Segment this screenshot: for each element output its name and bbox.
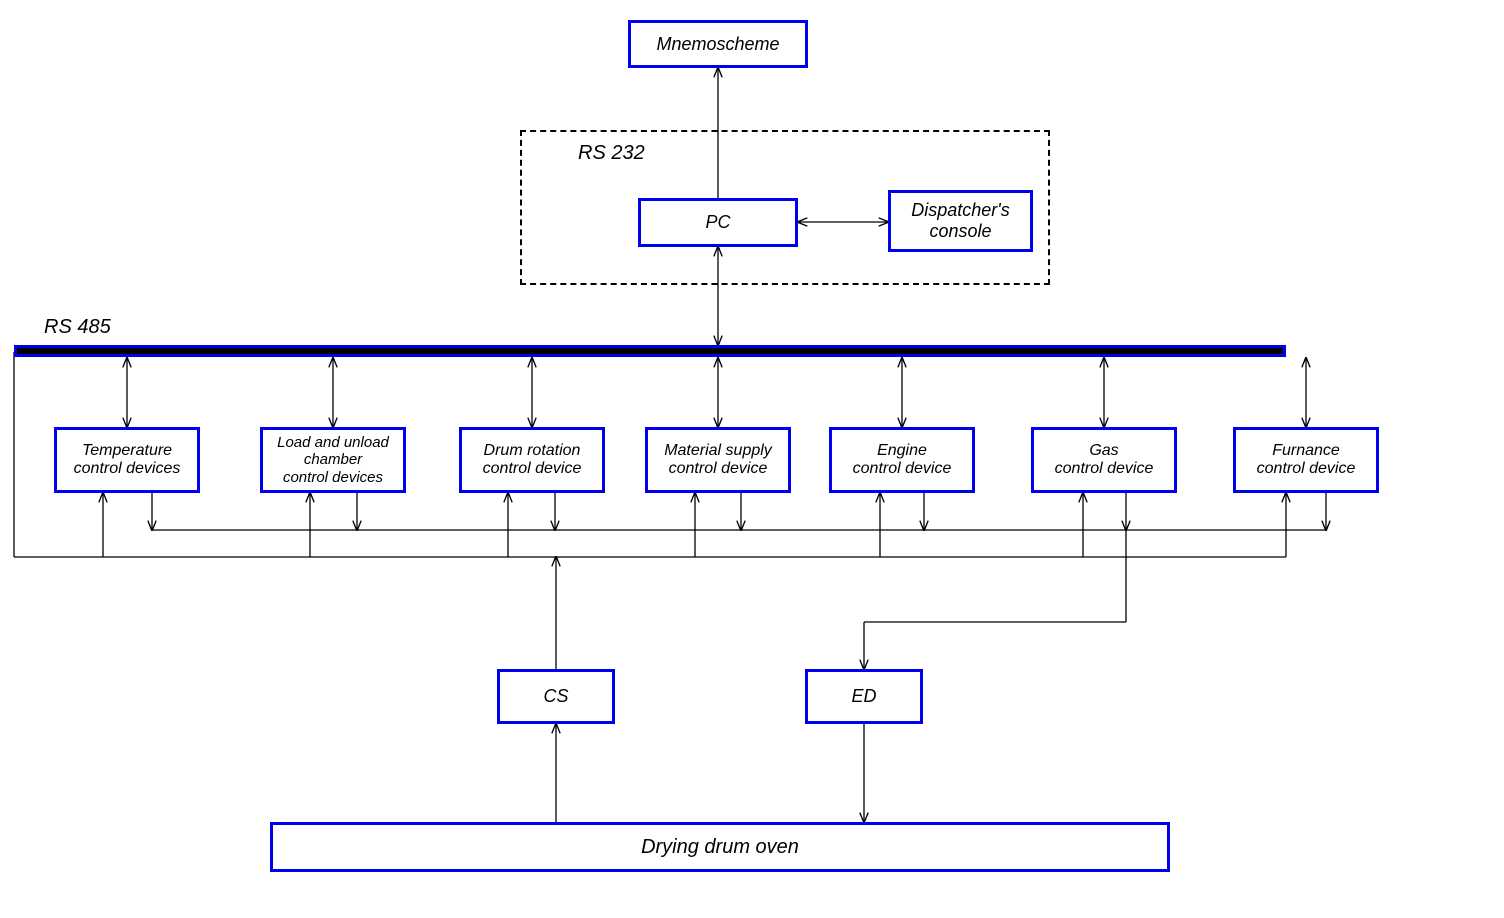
node-label: Mnemoscheme (656, 34, 779, 55)
node-pc: PC (638, 198, 798, 247)
rs485-bus (14, 345, 1286, 357)
node-load: Load and unload chamber control devices (260, 427, 406, 493)
node-engine: Engine control device (829, 427, 975, 493)
node-ed: ED (805, 669, 923, 724)
rs232-label: RS 232 (578, 142, 645, 165)
node-label: Drum rotation control device (483, 442, 582, 479)
node-label: Material supply control device (664, 442, 772, 479)
node-gas: Gas control device (1031, 427, 1177, 493)
node-label: Engine control device (853, 442, 952, 479)
node-material: Material supply control device (645, 427, 791, 493)
node-label: Temperature control devices (74, 442, 181, 479)
node-mnemoscheme: Mnemoscheme (628, 20, 808, 68)
node-label: PC (705, 212, 730, 233)
node-drum: Drum rotation control device (459, 427, 605, 493)
node-label: CS (543, 686, 568, 707)
node-label: ED (851, 686, 876, 707)
node-label: Drying drum oven (641, 836, 799, 859)
node-oven: Drying drum oven (270, 822, 1170, 872)
node-label: Gas control device (1055, 442, 1154, 479)
node-furnace: Furnance control device (1233, 427, 1379, 493)
node-label: Dispatcher's console (911, 200, 1009, 241)
node-cs: CS (497, 669, 615, 724)
node-label: Load and unload chamber control devices (277, 434, 389, 486)
rs485-label: RS 485 (44, 316, 111, 339)
node-temp: Temperature control devices (54, 427, 200, 493)
node-label: Furnance control device (1257, 442, 1356, 479)
node-dispatcher: Dispatcher's console (888, 190, 1033, 252)
